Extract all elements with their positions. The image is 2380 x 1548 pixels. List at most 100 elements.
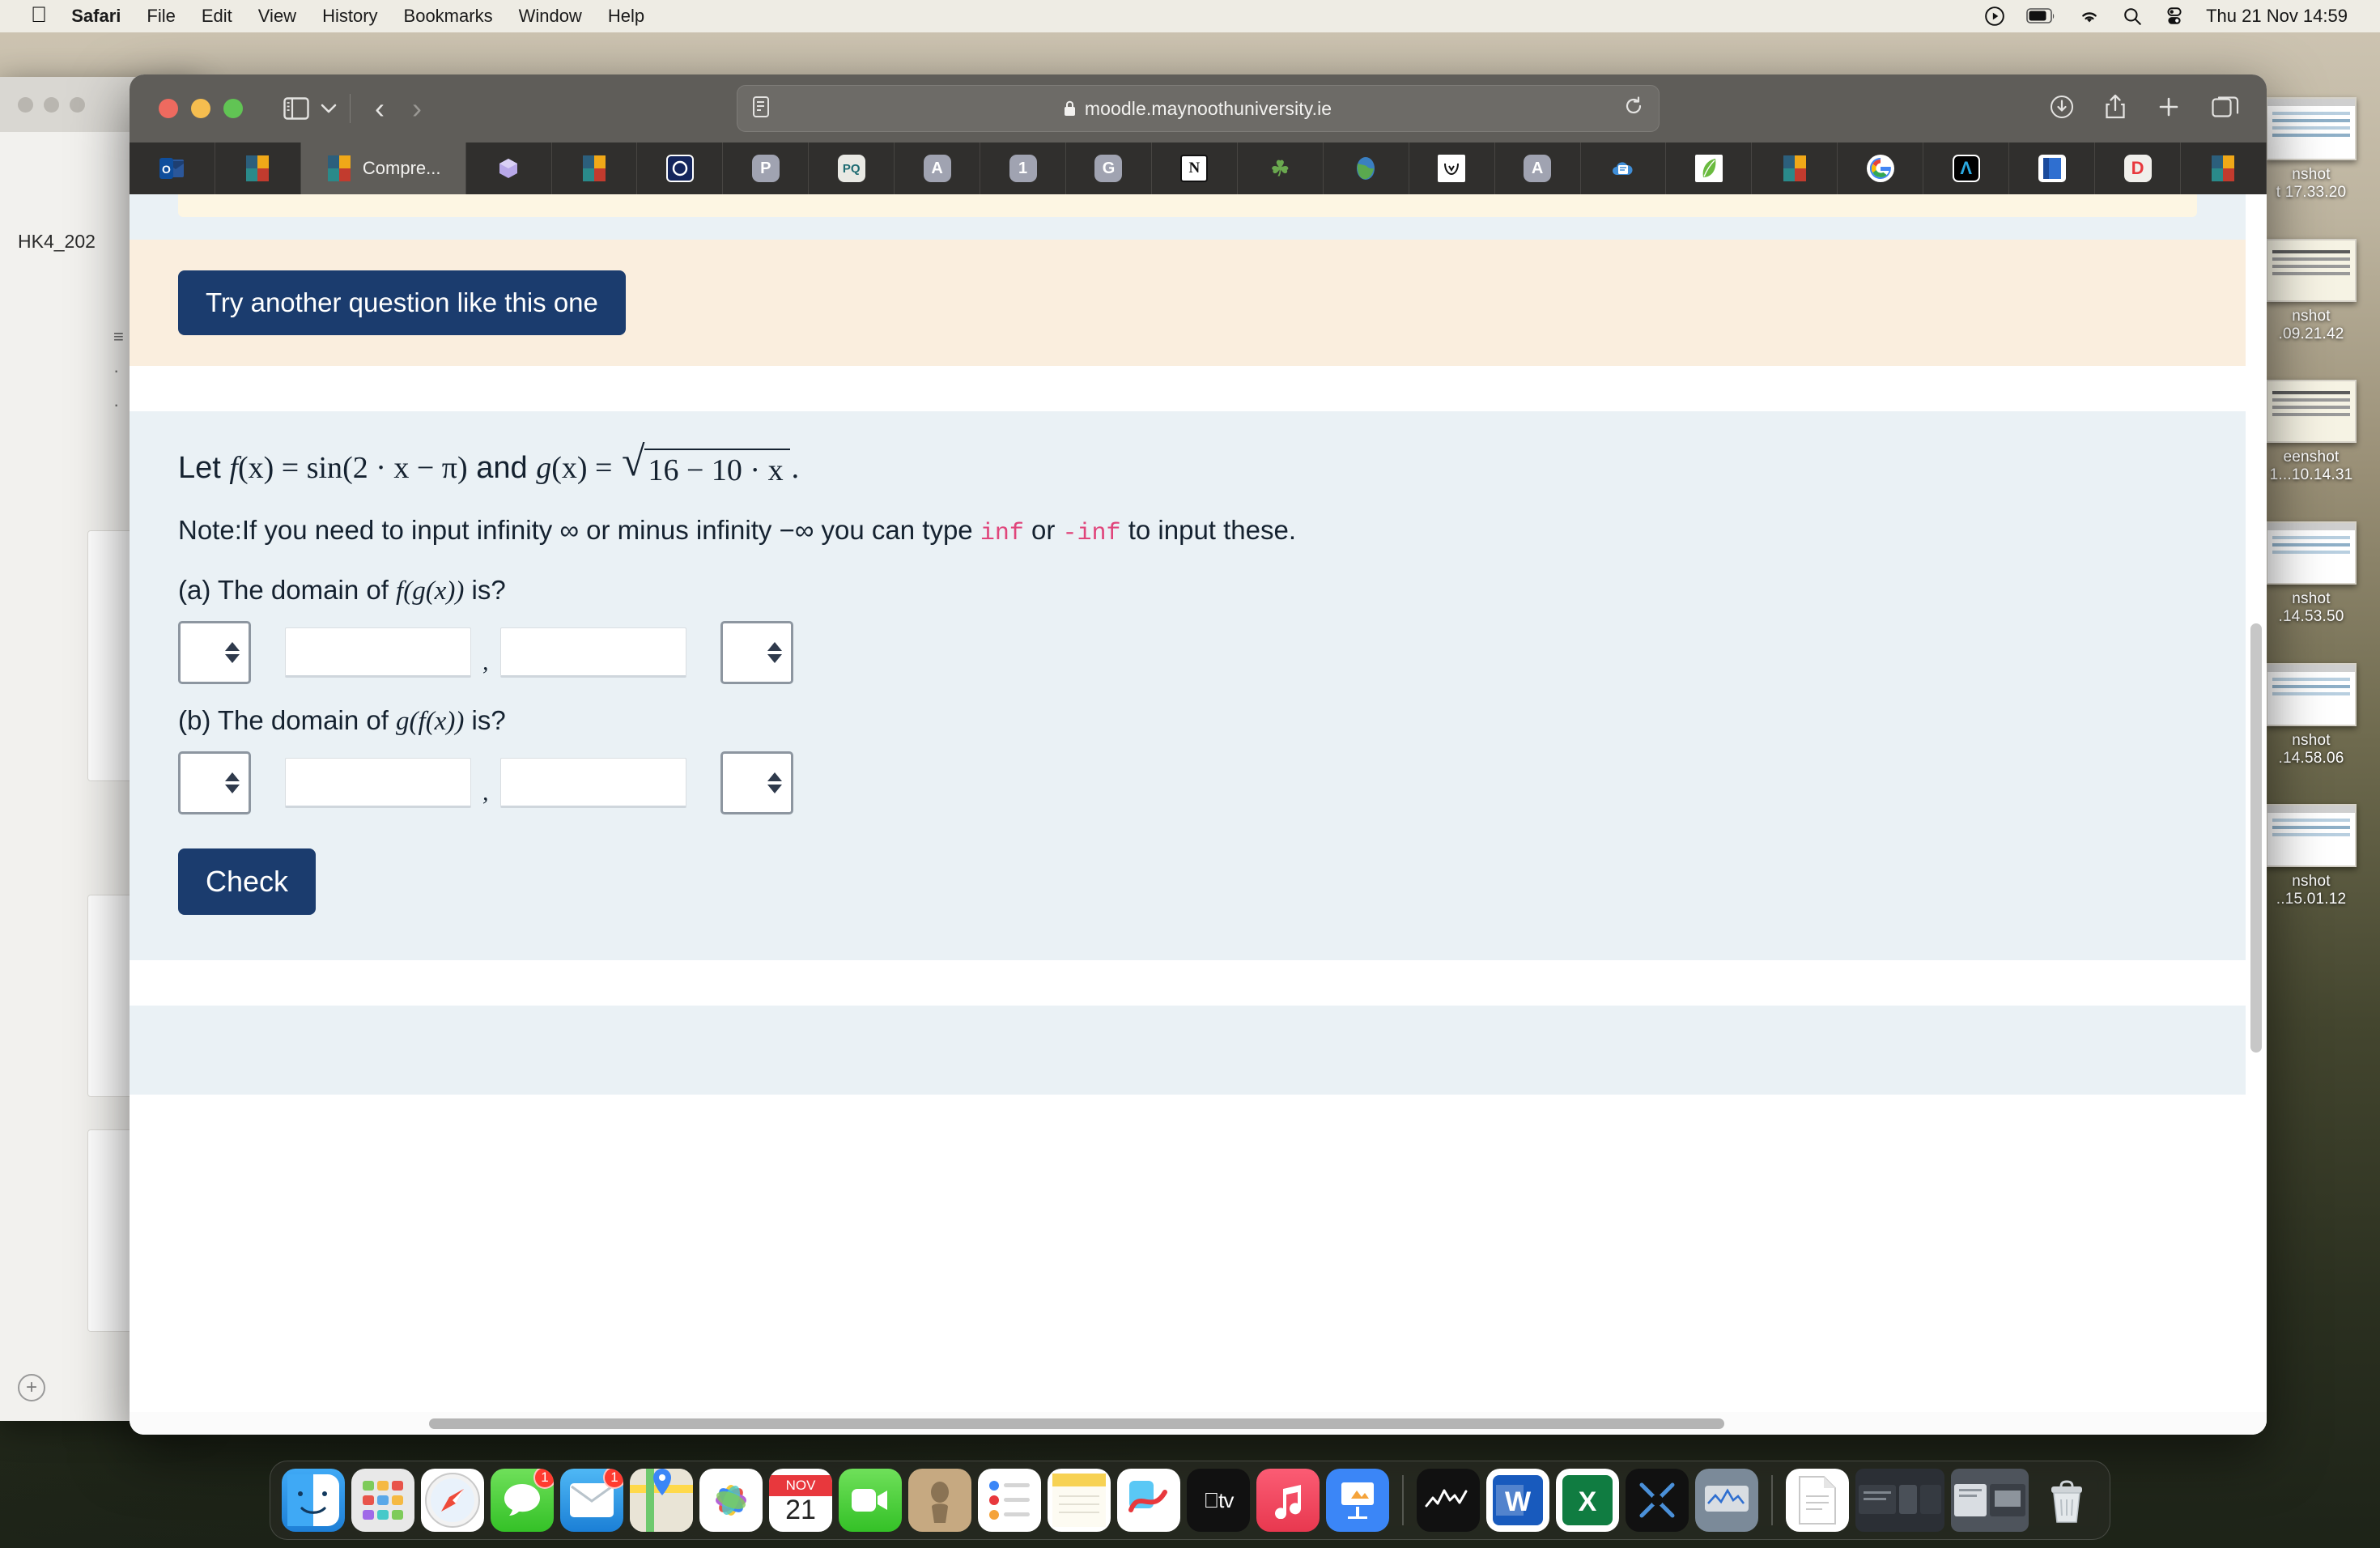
control-center-icon[interactable] bbox=[2164, 6, 2185, 27]
tab-moodle-4[interactable] bbox=[2181, 142, 2267, 194]
reload-icon[interactable] bbox=[1625, 96, 1644, 121]
dock-item-downloads-folder[interactable] bbox=[1855, 1469, 1944, 1532]
part-a-lower-bound-input[interactable] bbox=[285, 627, 471, 678]
dock-item-apple-tv[interactable]: tv bbox=[1187, 1469, 1250, 1532]
close-window-button[interactable] bbox=[159, 99, 178, 118]
dock-item-maps[interactable] bbox=[630, 1469, 693, 1532]
try-another-question-button[interactable]: Try another question like this one bbox=[178, 270, 626, 335]
reader-view-icon[interactable] bbox=[752, 96, 770, 122]
dock-item-facetime[interactable] bbox=[839, 1469, 902, 1532]
scrollbar-thumb[interactable] bbox=[429, 1418, 1724, 1429]
dock-item-stocks[interactable] bbox=[1417, 1469, 1480, 1532]
scrollbar-thumb[interactable] bbox=[2250, 623, 2262, 1053]
chevron-down-icon[interactable] bbox=[321, 103, 337, 114]
tab-moodle[interactable] bbox=[215, 142, 301, 194]
menu-item-window[interactable]: Window bbox=[519, 6, 582, 27]
play-circle-icon[interactable] bbox=[1984, 6, 2005, 27]
dock-item-finder[interactable] bbox=[282, 1469, 345, 1532]
menu-item-edit[interactable]: Edit bbox=[202, 6, 232, 27]
window-traffic-lights[interactable] bbox=[159, 99, 243, 118]
tab-clover[interactable]: ☘ bbox=[1238, 142, 1324, 194]
part-b-close-bracket-select[interactable]: )] bbox=[720, 751, 793, 814]
tab-vee[interactable] bbox=[1409, 142, 1495, 194]
tab-letter-g[interactable]: G bbox=[1066, 142, 1152, 194]
dock-item-photos[interactable] bbox=[699, 1469, 763, 1532]
menu-item-help[interactable]: Help bbox=[608, 6, 644, 27]
tab-number-one[interactable]: 1 bbox=[980, 142, 1067, 194]
sidebar-icon[interactable] bbox=[283, 96, 309, 121]
share-icon[interactable] bbox=[2105, 94, 2126, 124]
dock-item-safari[interactable] bbox=[421, 1469, 484, 1532]
file-label-line2: ..15.01.12 bbox=[2276, 891, 2347, 908]
part-b-lower-bound-input[interactable] bbox=[285, 757, 471, 808]
page-vertical-scrollbar[interactable] bbox=[2250, 461, 2262, 1328]
onedrive-icon bbox=[495, 155, 522, 182]
menu-item-safari[interactable]: Safari bbox=[71, 6, 121, 27]
tab-lambda[interactable]: Λ bbox=[1923, 142, 2010, 194]
check-button[interactable]: Check bbox=[178, 848, 317, 915]
tab-moodle-3[interactable] bbox=[1752, 142, 1838, 194]
tab-blue-book[interactable] bbox=[2009, 142, 2096, 194]
apple-logo-icon[interactable]:  bbox=[31, 3, 47, 26]
dock-item-podcasts[interactable] bbox=[908, 1469, 971, 1532]
tab-moodle-2[interactable] bbox=[552, 142, 638, 194]
dock-item-excel[interactable]: X bbox=[1556, 1469, 1619, 1532]
url-text[interactable]: moodle.maynoothuniversity.ie bbox=[1085, 98, 1332, 120]
dock-item-word[interactable]: W bbox=[1486, 1469, 1549, 1532]
add-button[interactable]: + bbox=[18, 1374, 45, 1401]
dock-item-freeform[interactable] bbox=[1117, 1469, 1180, 1532]
tab-overview-icon[interactable] bbox=[2212, 95, 2239, 123]
menu-item-bookmarks[interactable]: Bookmarks bbox=[404, 6, 493, 27]
menu-item-history[interactable]: History bbox=[322, 6, 377, 27]
dock-item-launchpad[interactable] bbox=[351, 1469, 414, 1532]
dock-item-zoom[interactable] bbox=[1626, 1469, 1689, 1532]
tab-compre-active[interactable]: Compre... bbox=[300, 142, 466, 194]
dock-item-trash[interactable] bbox=[2035, 1469, 2098, 1532]
minimize-window-button[interactable] bbox=[191, 99, 210, 118]
dock-item-reminders[interactable] bbox=[978, 1469, 1041, 1532]
window-traffic-lights[interactable] bbox=[18, 96, 85, 113]
part-a-upper-bound-input[interactable] bbox=[499, 627, 686, 678]
moodle-icon bbox=[580, 155, 608, 182]
menu-item-view[interactable]: View bbox=[258, 6, 296, 27]
tab-proquest[interactable]: PQ bbox=[809, 142, 895, 194]
search-icon[interactable] bbox=[2122, 6, 2143, 27]
part-a-open-bracket-select[interactable]: ([ bbox=[178, 620, 251, 684]
part-b-upper-bound-input[interactable] bbox=[499, 757, 686, 808]
tab-globe[interactable] bbox=[1324, 142, 1409, 194]
dock-item-messages[interactable]: 1 bbox=[491, 1469, 554, 1532]
tab-letter-a[interactable]: A bbox=[895, 142, 981, 194]
page-horizontal-scrollbar[interactable] bbox=[130, 1412, 2267, 1435]
part-a-close-bracket-select[interactable]: )] bbox=[720, 620, 793, 684]
address-bar-content[interactable]: moodle.maynoothuniversity.ie bbox=[770, 98, 1625, 120]
forward-button[interactable]: › bbox=[412, 91, 422, 125]
tab-letter-d[interactable]: D bbox=[2095, 142, 2182, 194]
dock-item-activity-monitor[interactable] bbox=[1695, 1469, 1758, 1532]
tab-leaf[interactable] bbox=[1666, 142, 1753, 194]
tab-google[interactable] bbox=[1838, 142, 1924, 194]
tab-outlook[interactable]: O bbox=[130, 142, 215, 194]
dock-item-calendar[interactable]: NOV 21 bbox=[769, 1469, 832, 1532]
tab-letter-p[interactable]: P bbox=[723, 142, 810, 194]
tab-notion[interactable]: N bbox=[1152, 142, 1238, 194]
address-bar[interactable]: moodle.maynoothuniversity.ie bbox=[737, 85, 1660, 132]
dock-item-mail[interactable]: 1 bbox=[560, 1469, 623, 1532]
new-tab-icon[interactable] bbox=[2157, 95, 2181, 123]
download-icon[interactable] bbox=[2050, 95, 2074, 123]
battery-icon[interactable] bbox=[2026, 7, 2057, 25]
menu-item-file[interactable]: File bbox=[147, 6, 175, 27]
maximize-window-button[interactable] bbox=[223, 99, 243, 118]
dock-item-documents-folder[interactable] bbox=[1786, 1469, 1849, 1532]
wifi-icon[interactable] bbox=[2078, 7, 2101, 25]
tab-letter-a-grey[interactable]: A bbox=[1495, 142, 1581, 194]
dock-item-music[interactable] bbox=[1256, 1469, 1320, 1532]
tab-document-cloud[interactable] bbox=[1581, 142, 1667, 194]
dock-item-stack[interactable] bbox=[1951, 1469, 2029, 1532]
back-button[interactable]: ‹ bbox=[375, 91, 385, 125]
dock-item-keynote[interactable] bbox=[1326, 1469, 1389, 1532]
dock-item-notes[interactable] bbox=[1048, 1469, 1111, 1532]
menu-bar-clock[interactable]: Thu 21 Nov 14:59 bbox=[2206, 6, 2348, 27]
tab-onedrive[interactable] bbox=[466, 142, 552, 194]
tab-openathens[interactable] bbox=[637, 142, 724, 194]
part-b-open-bracket-select[interactable]: ([ bbox=[178, 751, 251, 814]
